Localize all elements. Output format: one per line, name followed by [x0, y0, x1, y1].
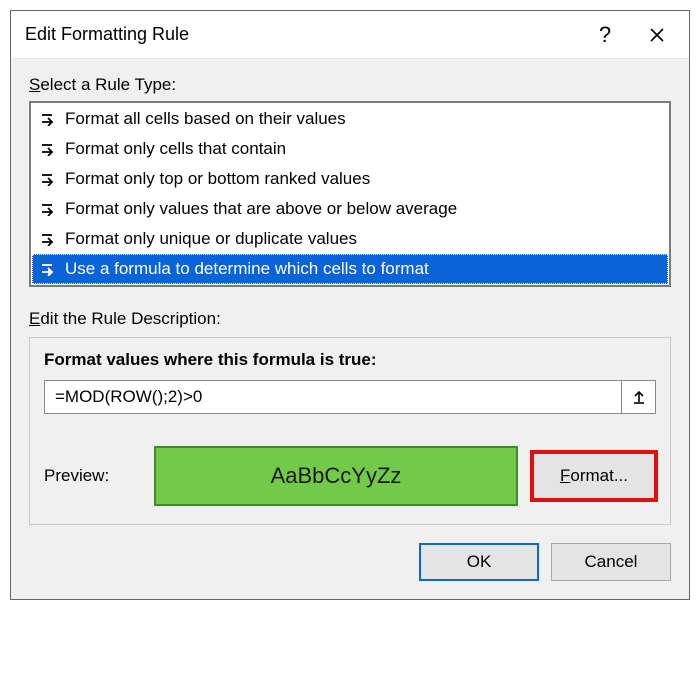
dialog-footer: OK Cancel: [29, 543, 671, 581]
dialog-body: Select a Rule Type: Format all cells bas…: [11, 59, 689, 599]
rule-desc-mnemonic: E: [29, 309, 40, 328]
rule-description-box: Format values where this formula is true…: [29, 337, 671, 525]
rule-type-item-label: Use a formula to determine which cells t…: [65, 259, 429, 279]
rule-bullet-icon: [41, 172, 57, 186]
close-icon: [649, 27, 665, 43]
rule-type-item-label: Format only unique or duplicate values: [65, 229, 357, 249]
edit-formatting-rule-dialog: Edit Formatting Rule ? Select a Rule Typ…: [10, 10, 690, 600]
rule-type-label-text: elect a Rule Type:: [40, 75, 176, 94]
rule-bullet-icon: [41, 142, 57, 156]
close-button[interactable]: [631, 11, 683, 58]
format-mnemonic: F: [560, 466, 570, 485]
rule-bullet-icon: [41, 112, 57, 126]
format-btn-text: ormat...: [570, 466, 628, 485]
rule-description-label: Edit the Rule Description:: [29, 309, 671, 329]
preview-label: Preview:: [44, 466, 140, 486]
formula-label: Format values where this formula is true…: [44, 350, 656, 370]
dialog-titlebar: Edit Formatting Rule ?: [11, 11, 689, 59]
rule-desc-label-text: dit the Rule Description:: [40, 309, 220, 328]
dialog-title: Edit Formatting Rule: [25, 24, 579, 45]
rule-type-item[interactable]: Format only cells that contain: [32, 134, 668, 164]
cancel-button[interactable]: Cancel: [551, 543, 671, 581]
collapse-icon: [631, 389, 647, 405]
rule-bullet-icon: [41, 232, 57, 246]
rule-type-item-label: Format only values that are above or bel…: [65, 199, 457, 219]
formula-input[interactable]: [44, 380, 622, 414]
formula-row: [44, 380, 656, 414]
preview-sample: AaBbCcYyZz: [154, 446, 518, 506]
rule-type-item[interactable]: Format only values that are above or bel…: [32, 194, 668, 224]
rule-bullet-icon: [41, 202, 57, 216]
rule-type-item-label: Format all cells based on their values: [65, 109, 346, 129]
rule-type-item[interactable]: Format only top or bottom ranked values: [32, 164, 668, 194]
rule-bullet-icon: [41, 262, 57, 276]
rule-type-label: Select a Rule Type:: [29, 75, 671, 95]
format-button[interactable]: Format...: [532, 452, 656, 500]
rule-type-list[interactable]: Format all cells based on their values Fo…: [29, 101, 671, 287]
rule-type-item[interactable]: Format only unique or duplicate values: [32, 224, 668, 254]
preview-row: Preview: AaBbCcYyZz Format...: [44, 446, 656, 506]
rule-type-item-label: Format only top or bottom ranked values: [65, 169, 370, 189]
rule-type-item[interactable]: Use a formula to determine which cells t…: [32, 254, 668, 284]
collapse-dialog-button[interactable]: [622, 380, 656, 414]
ok-button[interactable]: OK: [419, 543, 539, 581]
rule-type-item[interactable]: Format all cells based on their values: [32, 104, 668, 134]
rule-type-mnemonic: S: [29, 75, 40, 94]
rule-type-item-label: Format only cells that contain: [65, 139, 286, 159]
help-button[interactable]: ?: [579, 11, 631, 58]
